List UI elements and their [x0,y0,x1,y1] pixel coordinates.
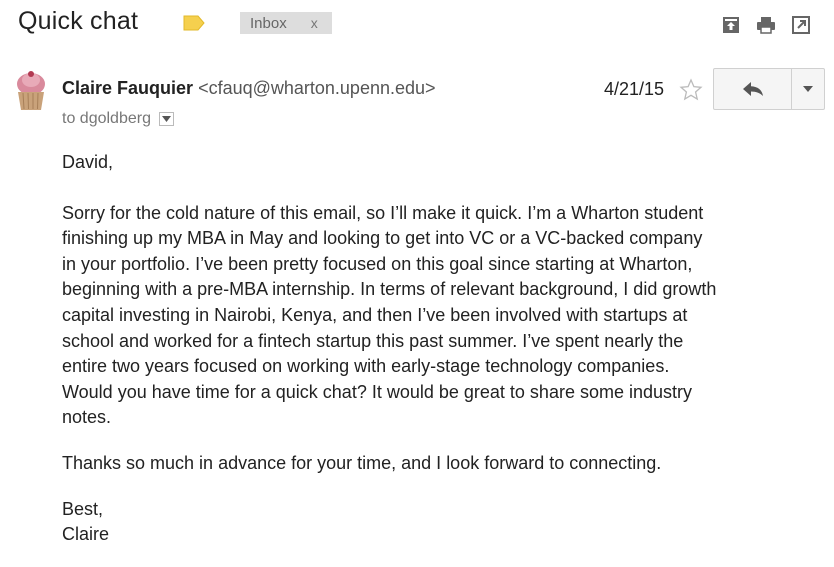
body-paragraph-2: Thanks so much in advance for your time,… [62,452,662,473]
inbox-label-text: Inbox [250,14,287,32]
body-line: Would you have time for a quick chat? It… [62,381,692,402]
show-details-button[interactable] [158,112,174,126]
inbox-label-chip[interactable]: Inbox x [240,12,332,34]
sender-name[interactable]: Claire Fauquier [62,78,193,98]
reply-button-group [713,68,825,110]
body-line: finishing up my MBA in May and looking t… [62,228,703,249]
body-line: entire two years focused on working with… [62,356,670,377]
new-window-icon[interactable] [790,14,812,36]
recipient-text: to dgoldberg [62,110,151,127]
greeting: David, [62,152,114,172]
body-line: beginning with a pre-MBA internship. In … [62,279,717,300]
body-paragraph-1: Sorry for the cold nature of this email,… [62,201,832,431]
cupcake-avatar-icon[interactable] [14,70,48,112]
print-icon[interactable] [755,14,777,36]
body-line: Sorry for the cold nature of this email,… [62,202,704,223]
body-line: school and worked for a fintech startup … [62,330,684,351]
dropdown-arrow-icon [803,86,813,92]
email-subject: Quick chat [18,7,139,35]
body-line: capital investing in Nairobi, Kenya, and… [62,304,688,325]
remove-label-button[interactable]: x [311,15,318,31]
signature: Claire [62,524,110,545]
message-date: 4/21/15 [604,79,665,99]
body-line: notes. [62,407,112,428]
more-actions-button[interactable] [792,69,824,109]
message-body: David, Sorry for the cold nature of this… [62,150,832,548]
body-line: in your portfolio. I’ve been pretty focu… [62,253,693,274]
reply-button[interactable] [714,69,792,109]
star-icon[interactable] [679,78,703,102]
thread-toolbar [720,14,812,36]
reply-icon [742,82,763,96]
chevron-down-icon [161,116,171,122]
signoff: Best, [62,498,104,519]
sender-email: <cfauq@wharton.upenn.edu> [198,78,436,98]
archive-icon[interactable] [720,14,742,36]
sender-line: Claire Fauquier <cfauq@wharton.upenn.edu… [62,78,436,99]
recipient-line: to dgoldberg [62,110,174,128]
label-tag-icon[interactable] [183,15,205,31]
